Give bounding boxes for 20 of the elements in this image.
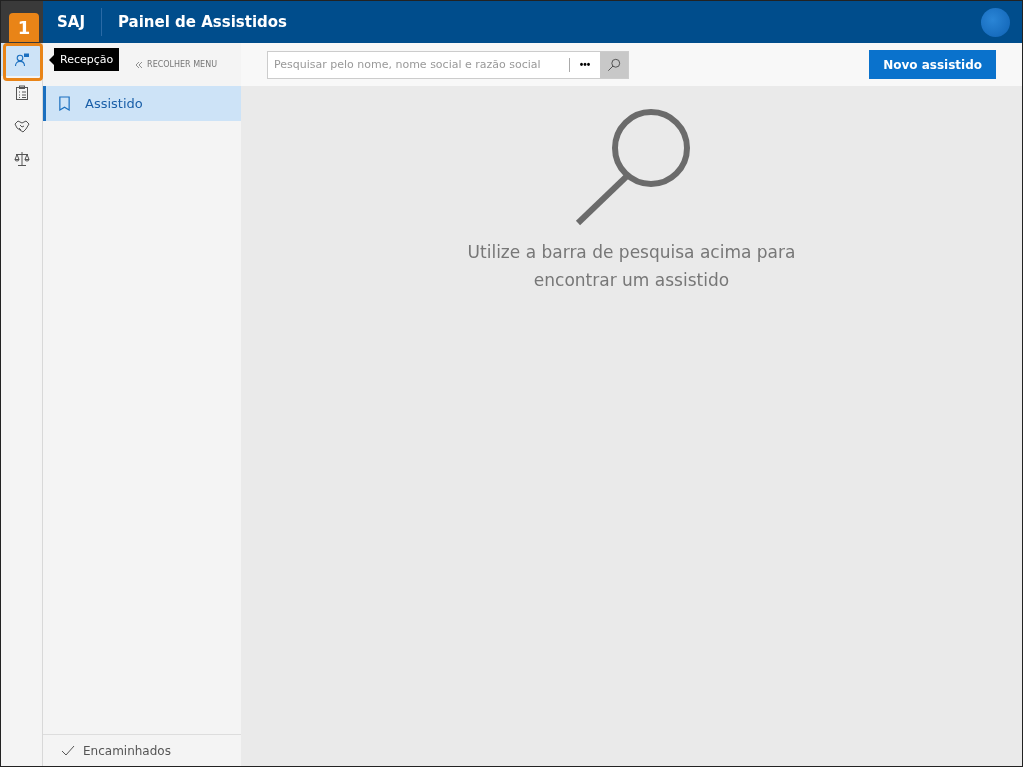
sidebar-item[interactable]: Assistido bbox=[43, 86, 241, 121]
more-button[interactable]: ••• bbox=[570, 51, 600, 78]
page-title: Painel de Assistidos bbox=[118, 13, 288, 31]
app-brand: SAJ bbox=[57, 13, 85, 31]
bookmark-icon bbox=[58, 96, 71, 111]
checkmark-icon bbox=[61, 744, 75, 757]
new-assisted-button[interactable]: Novo assistido bbox=[869, 50, 996, 79]
scales-icon bbox=[13, 150, 30, 167]
tooltip-pointer-icon bbox=[49, 54, 54, 65]
collapse-menu-button[interactable]: RECOLHER MENU bbox=[129, 59, 223, 70]
search-icon bbox=[607, 57, 621, 72]
clipboard-icon bbox=[13, 84, 30, 101]
search-button[interactable] bbox=[600, 51, 628, 78]
search-field[interactable]: Pesquisar pelo nome, nome social e razão social ••• bbox=[267, 50, 629, 79]
person-icon bbox=[13, 51, 30, 68]
callout-number: 1 bbox=[9, 13, 39, 42]
avatar-icon[interactable] bbox=[981, 7, 1010, 37]
empty-message: Utilize a barra de pesquisa acima para encontrar um assistido bbox=[467, 241, 796, 292]
double-chevron-icon bbox=[135, 60, 144, 69]
tooltip: Recepção bbox=[54, 48, 120, 71]
